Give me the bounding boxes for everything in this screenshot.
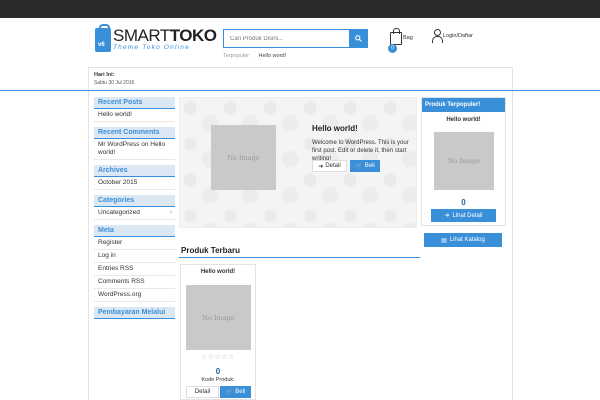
search-icon <box>354 35 362 42</box>
cart-icon: 🛒 <box>355 163 363 170</box>
date-label: Hari Ini: <box>94 72 115 78</box>
recent-post-link[interactable]: Hello world! <box>94 109 175 122</box>
product-buy-button[interactable]: 🛒 Beli <box>220 386 251 398</box>
catalog-icon: ▤ <box>441 237 447 244</box>
widget-categories: Categories Uncategorized › <box>94 195 175 220</box>
product-card: Hello world! No Image ☆☆☆☆☆ 0 Kode Produ… <box>180 264 256 400</box>
featured-detail-button[interactable]: ➜ Detail <box>312 160 347 172</box>
logo-bag-icon: v6 <box>95 24 111 52</box>
rating-stars: ☆☆☆☆☆ <box>201 354 235 361</box>
product-title[interactable]: Hello world! <box>181 269 255 275</box>
user-icon <box>432 29 443 43</box>
detail-label: Lihat Detail <box>452 212 483 219</box>
date-bar: Hari Ini: Sabtu 30 Jul 2016 <box>88 67 513 89</box>
logo-text: SMARTTOKO <box>113 26 217 45</box>
popular-product-price: 0 <box>461 198 466 207</box>
featured-buy-button[interactable]: 🛒 Beli <box>350 160 380 172</box>
popular-product-panel: Produk Terpopuler! Hello world! No Image… <box>421 97 506 226</box>
cart-button[interactable]: 0 Bag <box>388 28 418 56</box>
popular-tags-label: Terpopuler: <box>223 53 251 59</box>
product-image-placeholder[interactable]: No Image <box>186 285 251 350</box>
site-logo[interactable]: v6 SMARTTOKO Theme Toko Online <box>93 24 217 66</box>
search-input[interactable] <box>224 30 350 47</box>
login-register-label: Login/Daftar <box>443 32 473 39</box>
recent-comment: Mr WordPress on Hello world! <box>94 139 175 160</box>
cart-icon: 🛒 <box>225 389 234 396</box>
top-bar <box>0 0 600 18</box>
meta-link-entries-rss[interactable]: Entries RSS <box>94 263 175 276</box>
product-price: 0 <box>215 367 221 376</box>
meta-link-wordpress[interactable]: WordPress.org <box>94 289 175 302</box>
catalog-label: Lihat Katalog <box>449 237 485 243</box>
widget-recent-comments: Recent Comments Mr WordPress on Hello wo… <box>94 127 175 160</box>
meta-link-login[interactable]: Log in <box>94 250 175 263</box>
category-label: Uncategorized <box>98 209 140 216</box>
buy-label: Beli <box>235 389 246 395</box>
product-code-label: Kode Produk: <box>201 377 235 383</box>
widget-archives: Archives October 2015 <box>94 165 175 190</box>
view-catalog-button[interactable]: ▤ Lihat Katalog <box>424 233 502 247</box>
popular-panel-heading: Produk Terpopuler! <box>422 98 505 112</box>
archive-link[interactable]: October 2015 <box>94 177 175 190</box>
cart-count-badge: 0 <box>388 44 397 53</box>
featured-title[interactable]: Hello world! <box>312 124 358 133</box>
widget-title: Recent Posts <box>94 97 175 109</box>
category-link[interactable]: Uncategorized › <box>94 207 175 220</box>
detail-label: Detail <box>325 163 341 169</box>
widget-recent-posts: Recent Posts Hello world! <box>94 97 175 122</box>
date-value: Sabtu 30 Jul 2016 <box>94 80 135 86</box>
widget-title: Pembayaran Melalui <box>94 307 175 319</box>
meta-link-register[interactable]: Register <box>94 237 175 250</box>
widget-meta: Meta Register Log in Entries RSS Comment… <box>94 225 175 302</box>
popular-image-placeholder[interactable]: No Image <box>434 132 494 190</box>
popular-tags: Terpopuler: Hello word! <box>223 53 286 59</box>
arrow-right-icon: ➜ <box>444 213 450 219</box>
comment-author-link[interactable]: Mr WordPress <box>98 141 139 148</box>
popular-product-title[interactable]: Hello world! <box>422 117 505 123</box>
comment-connector: on <box>141 141 149 148</box>
search-button[interactable] <box>349 30 367 47</box>
featured-slide: No Image Hello world! Welcome to WordPre… <box>179 97 417 228</box>
cart-label: Bag <box>403 35 413 41</box>
popular-detail-button[interactable]: ➜ Lihat Detail <box>431 209 496 222</box>
latest-products-heading: Produk Terbaru <box>179 246 420 258</box>
left-sidebar: Recent Posts Hello world! Recent Comment… <box>94 97 175 324</box>
popular-tag-link[interactable]: Hello word! <box>259 53 287 59</box>
detail-label: Detail <box>194 389 211 395</box>
arrow-right-icon: ➜ <box>318 163 324 170</box>
meta-link-comments-rss[interactable]: Comments RSS <box>94 276 175 289</box>
featured-image-placeholder[interactable]: No Image <box>211 125 276 190</box>
product-detail-button[interactable]: Detail <box>186 386 219 398</box>
widget-title: Meta <box>94 225 175 237</box>
search-box <box>223 29 368 48</box>
widget-title: Archives <box>94 165 175 177</box>
widget-payment: Pembayaran Melalui <box>94 307 175 319</box>
widget-title: Recent Comments <box>94 127 175 139</box>
widget-title: Categories <box>94 195 175 207</box>
buy-label: Beli <box>364 163 375 169</box>
logo-tagline: Theme Toko Online <box>113 44 190 51</box>
chevron-right-icon: › <box>170 210 172 216</box>
login-register-link[interactable]: Login/Daftar <box>432 29 473 43</box>
